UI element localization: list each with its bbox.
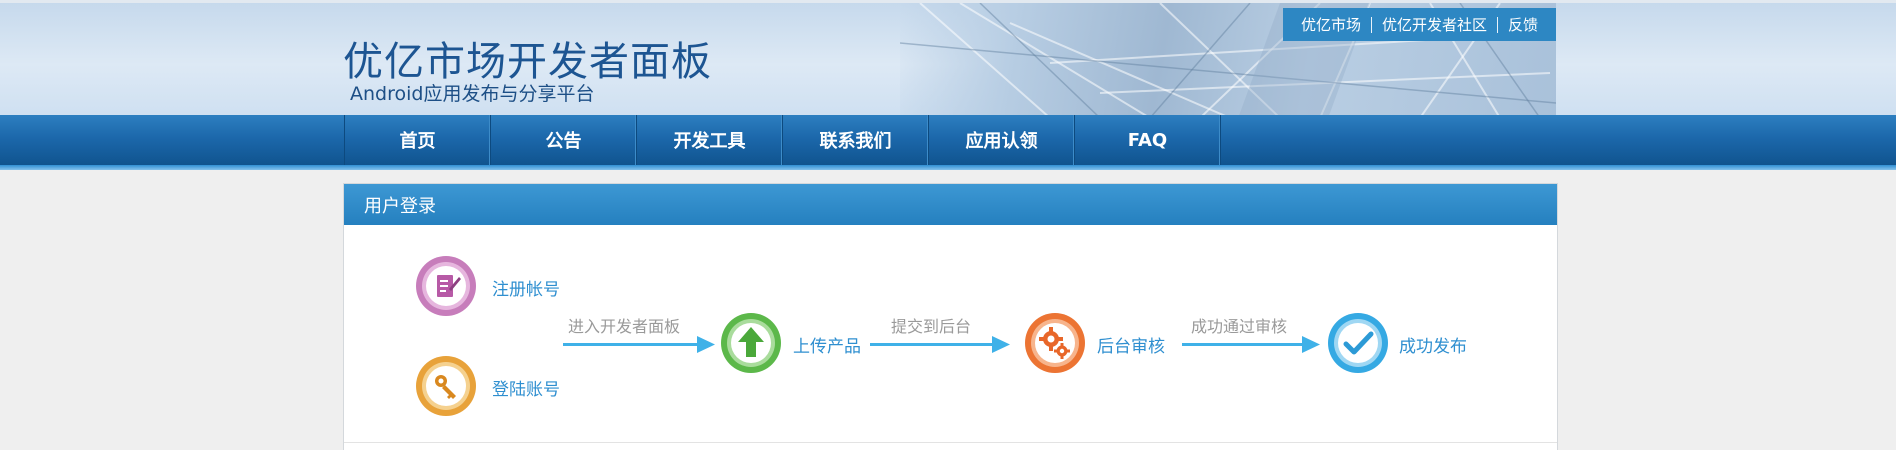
step-review[interactable]: 后台审核 [1097,332,1165,357]
login-panel: 用户登录 注册帐号 登陆账号 进入开发者面板 上传产品 提交到后台 后台审核 成… [343,183,1558,450]
nav-item-announcements[interactable]: 公告 [491,115,637,165]
step-publish[interactable]: 成功发布 [1399,332,1467,357]
flow-arrow [870,336,1010,353]
nav-underline [0,165,1896,170]
top-link-market[interactable]: 优亿市场 [1291,16,1371,34]
gears-icon[interactable] [1024,312,1086,374]
site-subtitle: Android应用发布与分享平台 [350,83,595,105]
step-register[interactable]: 注册帐号 [492,275,560,300]
panel-title: 用户登录 [364,195,436,217]
checkmark-icon[interactable] [1327,312,1389,374]
nav-item-home[interactable]: 首页 [345,115,491,165]
top-links: 优亿市场 优亿开发者社区 反馈 [1283,8,1556,41]
key-icon[interactable] [415,355,477,417]
top-link-community[interactable]: 优亿开发者社区 [1372,16,1497,34]
upload-arrow-icon[interactable] [720,312,782,374]
nav-item-faq[interactable]: FAQ [1075,115,1221,165]
flow-arrow [1182,336,1320,353]
edit-document-icon[interactable] [415,255,477,317]
nav-item-contact[interactable]: 联系我们 [783,115,929,165]
nav-item-app-claim[interactable]: 应用认领 [929,115,1075,165]
nav-item-dev-tools[interactable]: 开发工具 [637,115,783,165]
panel-divider [344,442,1557,443]
step-upload[interactable]: 上传产品 [793,332,861,357]
top-link-feedback[interactable]: 反馈 [1498,16,1548,34]
main-nav: 首页 公告 开发工具 联系我们 应用认领 FAQ [0,115,1896,165]
site-header: 优亿市场开发者面板 Android应用发布与分享平台 优亿市场 优亿开发者社区 … [0,0,1896,115]
flow-arrow [563,336,715,353]
panel-header: 用户登录 [344,184,1557,225]
step-login[interactable]: 登陆账号 [492,375,560,400]
